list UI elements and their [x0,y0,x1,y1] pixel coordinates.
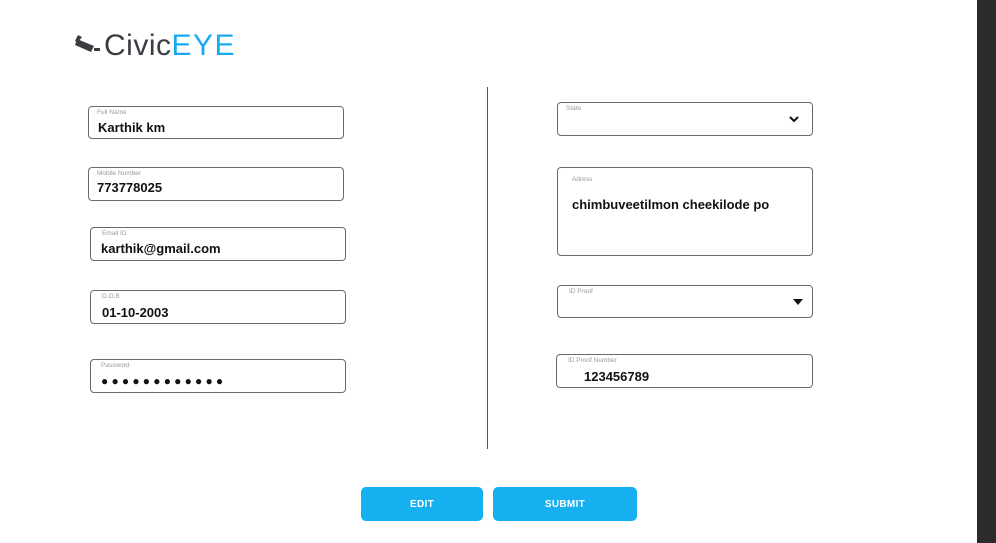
mobile-number-field[interactable]: Mobile Number 773778025 [88,167,344,201]
full-name-value: Karthik km [98,120,166,135]
email-field[interactable]: Email ID karthik@gmail.com [90,227,346,261]
edit-button[interactable]: EDIT [361,487,483,521]
mobile-number-label: Mobile Number [97,170,142,177]
email-value: karthik@gmail.com [101,241,221,256]
email-label: Email ID [102,230,127,237]
submit-button[interactable]: SUBMIT [493,487,637,521]
side-panel [977,0,996,543]
civiceye-logo: Civic EYE [74,28,236,64]
state-select[interactable]: State [557,102,813,136]
logo-text-eye: EYE [171,29,237,62]
id-proof-select[interactable]: ID Proof [557,285,813,318]
id-proof-number-label: ID Proof Number [568,357,617,364]
mobile-number-value: 773778025 [97,180,163,195]
state-label: State [566,105,582,112]
full-name-label: Full Name [97,109,127,116]
caret-down-icon [793,299,803,305]
id-proof-number-field[interactable]: ID Proof Number 123456789 [556,354,813,388]
chevron-down-icon [789,116,799,123]
password-label: Password [101,362,130,369]
cctv-camera-icon [75,35,100,52]
column-divider [487,87,488,449]
id-proof-label: ID Proof [569,288,593,295]
dob-field[interactable]: D.O.B 01-10-2003 [90,290,346,324]
logo-text-civic: Civic [104,29,172,62]
password-value: ●●●●●●●●●●●● [101,374,227,388]
full-name-field[interactable]: Full Name Karthik km [88,106,344,139]
address-value: chimbuveetilmon cheekilode po [572,197,770,212]
dob-value: 01-10-2003 [102,305,169,320]
address-label: Adress [572,176,593,183]
password-field[interactable]: Password ●●●●●●●●●●●● [90,359,346,393]
address-field[interactable]: Adress chimbuveetilmon cheekilode po [557,167,813,256]
dob-label: D.O.B [102,293,120,300]
id-proof-number-value: 123456789 [584,369,650,384]
